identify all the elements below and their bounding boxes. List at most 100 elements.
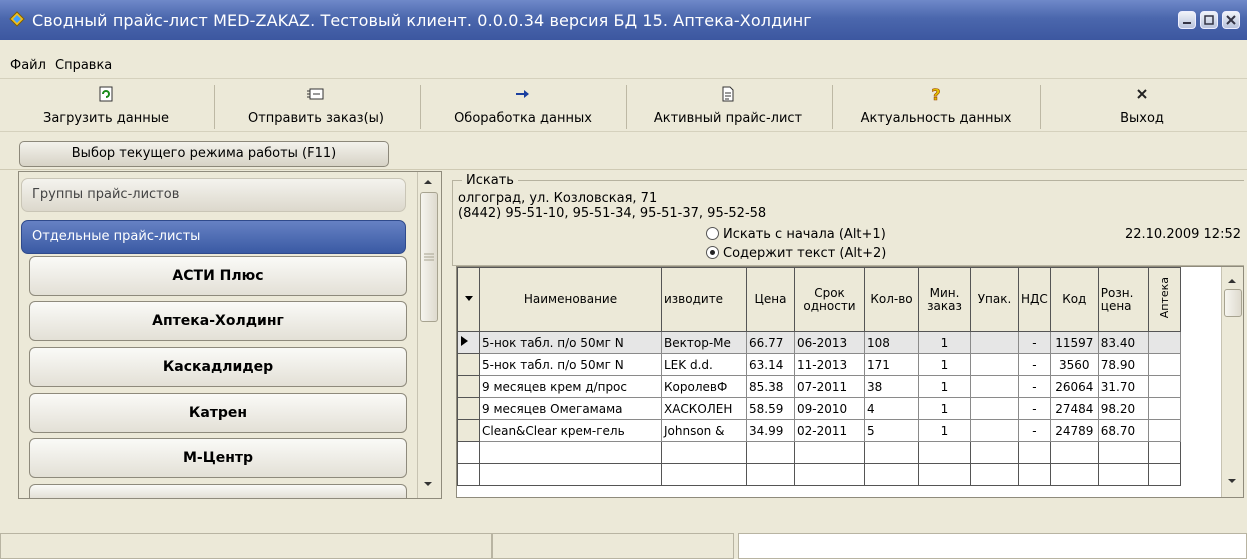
grid-scrollbar[interactable] bbox=[1221, 267, 1243, 497]
search-from-start-option[interactable]: Искать с начала (Alt+1) bbox=[706, 227, 886, 242]
table-cell[interactable]: - bbox=[1018, 353, 1051, 376]
table-cell[interactable]: - bbox=[1018, 331, 1051, 354]
table-cell[interactable]: 1 bbox=[918, 353, 971, 376]
table-cell[interactable]: 66.77 bbox=[746, 331, 795, 354]
column-header[interactable]: изводите bbox=[661, 267, 747, 332]
row-indicator-header[interactable] bbox=[457, 267, 480, 332]
row-indicator[interactable] bbox=[457, 375, 480, 398]
column-header[interactable]: НДС bbox=[1018, 267, 1051, 332]
load-data-button[interactable]: Загрузить данные bbox=[0, 79, 212, 133]
table-cell[interactable]: 1 bbox=[918, 375, 971, 398]
table-cell[interactable] bbox=[1147, 353, 1181, 376]
table-cell[interactable] bbox=[1147, 397, 1181, 420]
vendor-button[interactable]: Катрен bbox=[29, 393, 407, 433]
vendor-button[interactable]: АСТИ Плюс bbox=[29, 256, 407, 296]
send-order-button[interactable]: Отправить заказ(ы) bbox=[216, 79, 416, 133]
table-cell[interactable] bbox=[1147, 331, 1181, 354]
minimize-button[interactable] bbox=[1178, 11, 1196, 29]
table-cell[interactable]: 34.99 bbox=[746, 419, 795, 442]
table-cell[interactable] bbox=[970, 353, 1019, 376]
table-cell[interactable]: 31.70 bbox=[1097, 375, 1149, 398]
column-header[interactable]: Код bbox=[1049, 267, 1099, 332]
group-pricelists-header[interactable]: Группы прайс-листов bbox=[21, 178, 406, 212]
close-button[interactable] bbox=[1222, 11, 1240, 29]
row-indicator[interactable] bbox=[457, 331, 480, 354]
table-cell[interactable]: 5 bbox=[864, 419, 919, 442]
table-row[interactable]: 9 месяцев крем д/прос КоролевФ 85.38 07-201… bbox=[457, 375, 1181, 398]
table-cell[interactable]: 26064 bbox=[1049, 375, 1099, 398]
table-cell[interactable]: Clean&Clear крем-гель bbox=[479, 419, 662, 442]
table-cell[interactable]: 1 bbox=[918, 331, 971, 354]
table-cell[interactable]: - bbox=[1018, 397, 1051, 420]
table-cell[interactable]: 85.38 bbox=[746, 375, 795, 398]
table-cell[interactable]: 108 bbox=[864, 331, 919, 354]
table-row[interactable]: Clean&Clear крем-гель Johnson & 34.99 02-20… bbox=[457, 419, 1181, 442]
row-indicator[interactable] bbox=[457, 419, 480, 442]
table-cell[interactable]: 83.40 bbox=[1097, 331, 1149, 354]
exit-button[interactable]: Выход bbox=[1042, 79, 1242, 133]
column-header[interactable]: Розн. цена bbox=[1097, 267, 1149, 332]
table-cell[interactable]: 9 месяцев Омегамама bbox=[479, 397, 662, 420]
column-header[interactable]: Мин. заказ bbox=[918, 267, 971, 332]
table-cell[interactable] bbox=[970, 331, 1019, 354]
table-cell[interactable] bbox=[970, 397, 1019, 420]
table-cell[interactable]: Вектор-Ме bbox=[661, 331, 747, 354]
panel-scrollbar[interactable] bbox=[417, 172, 441, 498]
table-cell[interactable]: 4 bbox=[864, 397, 919, 420]
search-contains-option[interactable]: Содержит текст (Alt+2) bbox=[706, 246, 886, 261]
table-cell[interactable]: ХАСКОЛЕН bbox=[661, 397, 747, 420]
scroll-thumb[interactable] bbox=[420, 192, 438, 322]
table-cell[interactable]: 78.90 bbox=[1097, 353, 1149, 376]
table-cell[interactable]: 06-2013 bbox=[794, 331, 865, 354]
table-cell[interactable] bbox=[970, 375, 1019, 398]
table-cell[interactable]: Johnson & bbox=[661, 419, 747, 442]
vendor-button[interactable]: Аптека-Холдинг bbox=[29, 301, 407, 341]
table-row[interactable]: 5-нок табл. п/о 50мг N LEK d.d. 63.14 11-20… bbox=[457, 353, 1181, 376]
column-header[interactable]: Кол-во bbox=[864, 267, 919, 332]
table-cell[interactable]: 63.14 bbox=[746, 353, 795, 376]
table-cell[interactable]: 98.20 bbox=[1097, 397, 1149, 420]
vendor-button[interactable]: Каскадлидер bbox=[29, 347, 407, 387]
table-cell[interactable]: 5-нок табл. п/о 50мг N bbox=[479, 353, 662, 376]
column-header[interactable]: Наименование bbox=[479, 267, 662, 332]
table-cell[interactable]: 09-2010 bbox=[794, 397, 865, 420]
radio-checked[interactable] bbox=[706, 246, 719, 259]
table-cell[interactable]: 1 bbox=[918, 397, 971, 420]
active-pricelist-button[interactable]: Активный прайс-лист bbox=[628, 79, 828, 133]
vendor-button[interactable]: М-Центр bbox=[29, 438, 407, 478]
select-mode-button[interactable]: Выбор текущего режима работы (F11) bbox=[19, 141, 389, 167]
table-cell[interactable]: 11597 bbox=[1049, 331, 1099, 354]
table-cell[interactable]: 3560 bbox=[1049, 353, 1099, 376]
table-cell[interactable]: 68.70 bbox=[1097, 419, 1149, 442]
table-cell[interactable]: 171 bbox=[864, 353, 919, 376]
separate-pricelists-header[interactable]: Отдельные прайс-листы bbox=[21, 220, 406, 254]
data-actuality-button[interactable]: ? Актуальность данных bbox=[834, 79, 1038, 133]
table-cell[interactable]: 9 месяцев крем д/прос bbox=[479, 375, 662, 398]
table-cell[interactable]: КоролевФ bbox=[661, 375, 747, 398]
table-cell[interactable]: - bbox=[1018, 419, 1051, 442]
table-cell[interactable]: 1 bbox=[918, 419, 971, 442]
maximize-button[interactable] bbox=[1200, 11, 1218, 29]
column-header[interactable]: Аптека bbox=[1147, 267, 1181, 332]
table-cell[interactable]: 58.59 bbox=[746, 397, 795, 420]
table-row[interactable]: 5-нок табл. п/о 50мг N Вектор-Ме 66.77 06-2… bbox=[457, 331, 1181, 354]
table-cell[interactable] bbox=[1147, 375, 1181, 398]
table-cell[interactable]: - bbox=[1018, 375, 1051, 398]
column-header[interactable]: Срок одности bbox=[794, 267, 865, 332]
scroll-thumb[interactable] bbox=[1224, 289, 1242, 317]
table-cell[interactable]: LEK d.d. bbox=[661, 353, 747, 376]
table-row[interactable]: 9 месяцев Омегамама ХАСКОЛЕН 58.59 09-2010 4… bbox=[457, 397, 1181, 420]
table-cell[interactable]: 11-2013 bbox=[794, 353, 865, 376]
table-cell[interactable]: 07-2011 bbox=[794, 375, 865, 398]
table-cell[interactable]: 5-нок табл. п/о 50мг N bbox=[479, 331, 662, 354]
row-indicator[interactable] bbox=[457, 353, 480, 376]
table-cell[interactable] bbox=[970, 419, 1019, 442]
menu-file[interactable]: Файл bbox=[10, 58, 46, 73]
table-cell[interactable]: 38 bbox=[864, 375, 919, 398]
menu-help[interactable]: Справка bbox=[55, 58, 112, 73]
row-indicator[interactable] bbox=[457, 397, 480, 420]
process-data-button[interactable]: Обоработка данных bbox=[422, 79, 624, 133]
table-cell[interactable]: 27484 bbox=[1049, 397, 1099, 420]
table-cell[interactable] bbox=[1147, 419, 1181, 442]
table-cell[interactable]: 02-2011 bbox=[794, 419, 865, 442]
